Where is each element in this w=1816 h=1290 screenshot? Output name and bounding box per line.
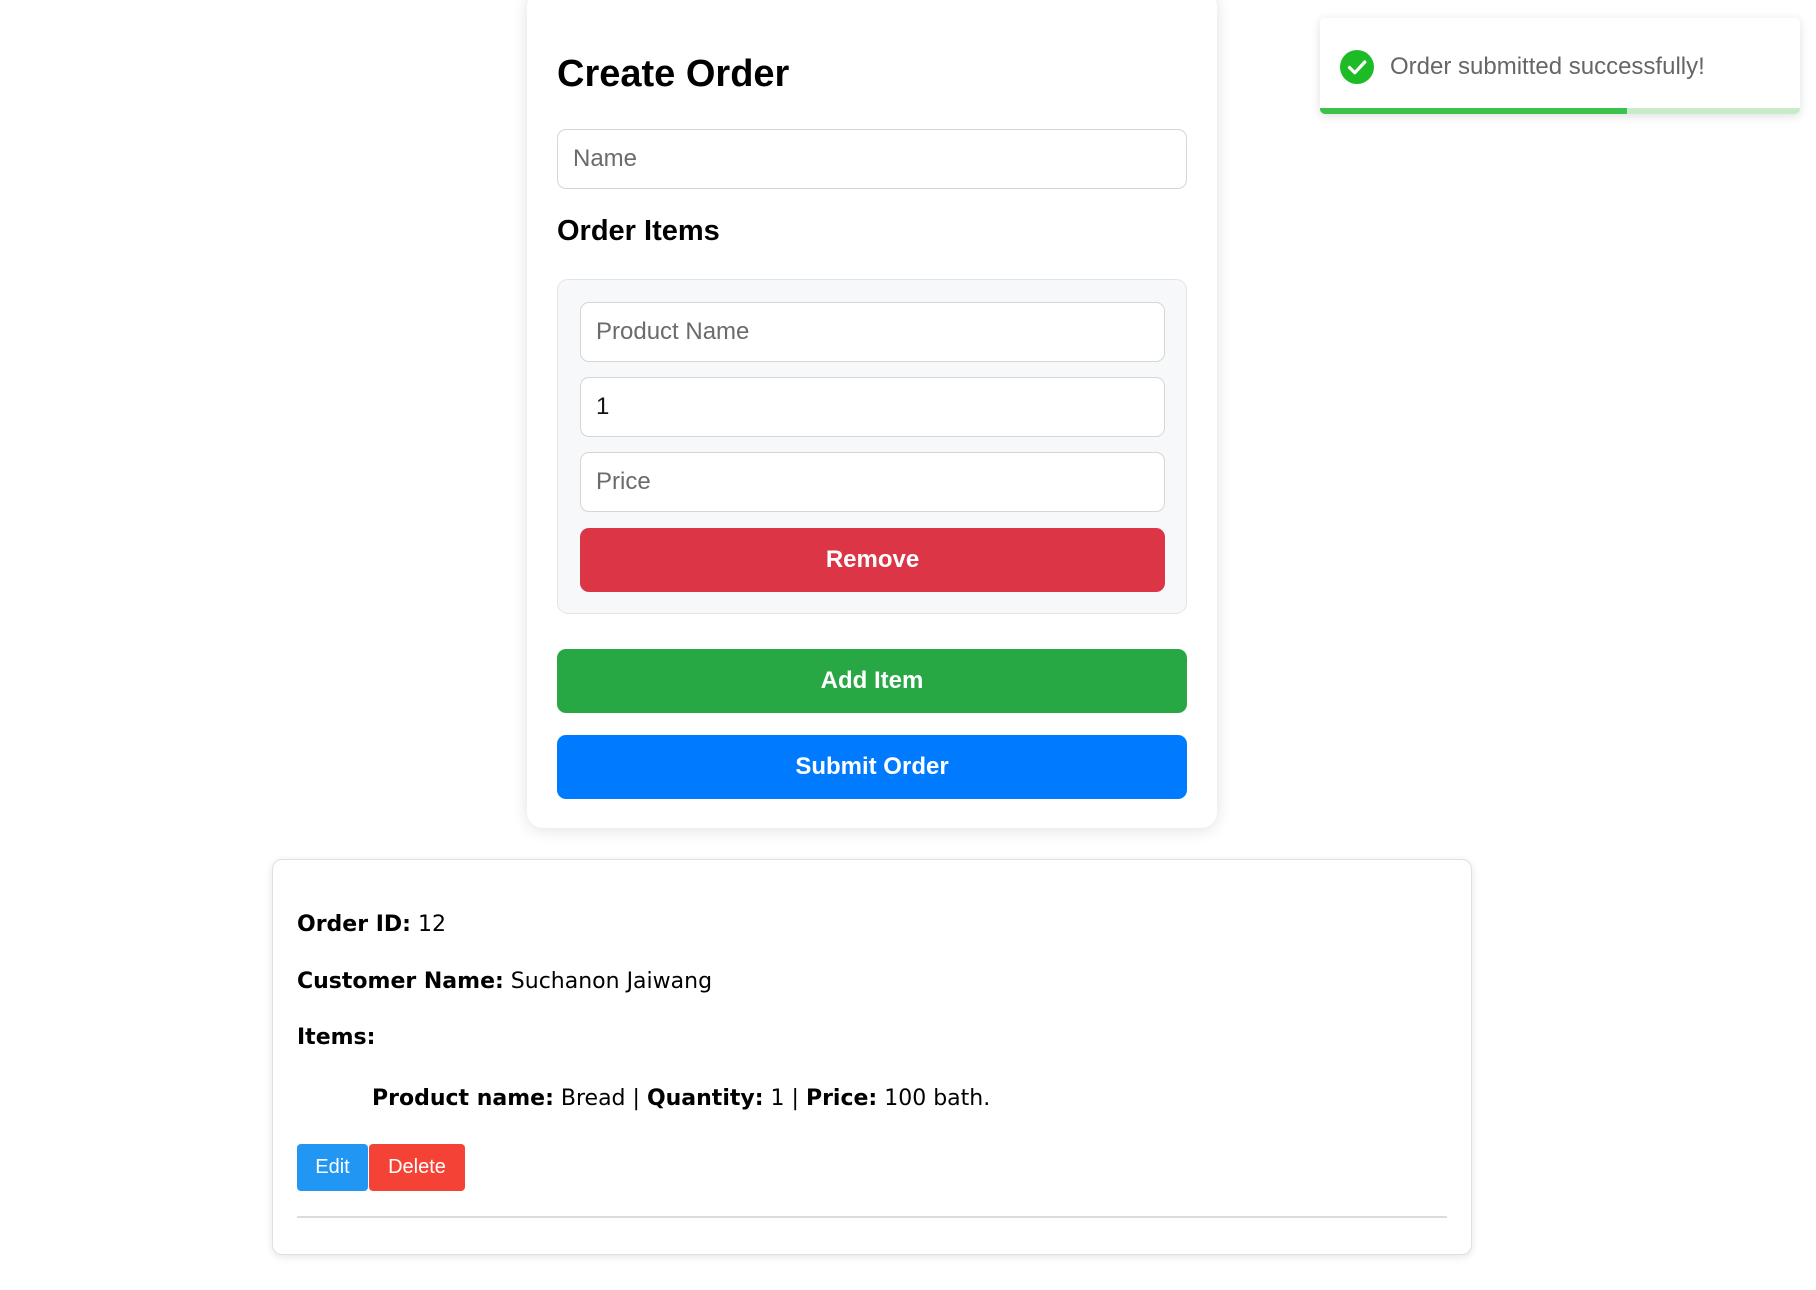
quantity-value: 1 <box>770 1086 785 1111</box>
quantity-input[interactable] <box>580 377 1165 437</box>
product-name-label: Product name: <box>372 1086 554 1111</box>
remove-item-button[interactable]: Remove <box>580 528 1165 592</box>
order-item-box: Remove <box>557 279 1187 614</box>
customer-name-line: Customer Name: Suchanon Jaiwang <box>297 971 712 993</box>
order-id-label: Order ID: <box>297 912 411 937</box>
create-order-title: Create Order <box>557 53 790 95</box>
product-name-input[interactable] <box>580 302 1165 362</box>
price-input[interactable] <box>580 452 1165 512</box>
customer-name-label: Customer Name: <box>297 969 504 994</box>
items-label: Items: <box>297 1025 376 1050</box>
product-name-value: Bread <box>560 1086 626 1111</box>
quantity-label: Quantity: <box>646 1086 764 1111</box>
delete-order-button[interactable]: Delete <box>369 1144 465 1191</box>
check-circle-icon <box>1340 50 1374 84</box>
customer-name-input[interactable] <box>557 129 1187 189</box>
price-value: 100 bath. <box>884 1086 991 1111</box>
success-toast[interactable]: Order submitted successfully! <box>1320 18 1800 114</box>
order-list-card: Order ID: 12 Customer Name: Suchanon Jai… <box>272 859 1472 1255</box>
order-item-detail: Product name: Bread | Quantity: 1 | Pric… <box>372 1088 990 1110</box>
price-label: Price: <box>805 1086 878 1111</box>
toast-message: Order submitted successfully! <box>1390 53 1705 80</box>
order-divider <box>297 1216 1447 1218</box>
submit-order-button[interactable]: Submit Order <box>557 735 1187 799</box>
edit-order-button[interactable]: Edit <box>297 1144 368 1191</box>
order-id-value: 12 <box>417 912 446 937</box>
toast-progress-bar <box>1320 108 1628 114</box>
toast-progress-track <box>1320 108 1800 114</box>
order-items-heading: Order Items <box>557 215 720 247</box>
order-id-line: Order ID: 12 <box>297 914 446 936</box>
separator: | <box>632 1086 640 1111</box>
separator: | <box>791 1086 799 1111</box>
items-line: Items: <box>297 1027 375 1049</box>
create-order-card: Create Order Order Items Remove Add Item… <box>527 0 1217 828</box>
customer-name-value: Suchanon Jaiwang <box>510 969 713 994</box>
add-item-button[interactable]: Add Item <box>557 649 1187 713</box>
